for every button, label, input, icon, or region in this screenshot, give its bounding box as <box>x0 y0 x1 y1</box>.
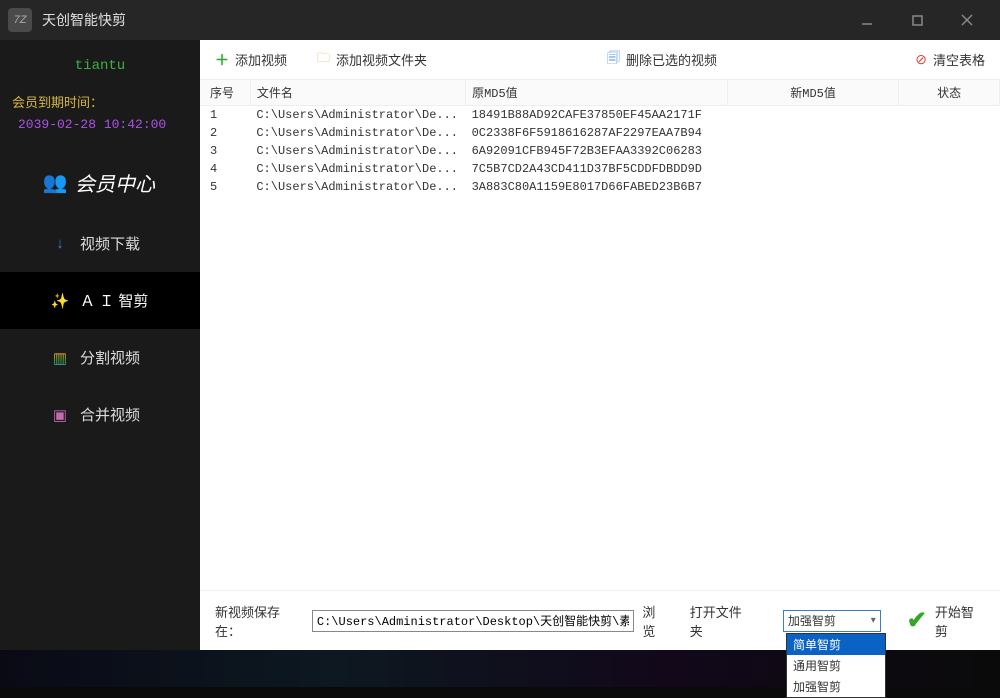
sidebar-item-split[interactable]: ▥ 分割视频 <box>0 329 200 386</box>
cell-index: 2 <box>200 124 250 142</box>
membership-expire-time: 2039-02-28 10:42:00 <box>0 111 200 150</box>
toolbar-label: 添加视频 <box>235 50 287 69</box>
mode-selected-value: 加强智剪 <box>788 612 836 629</box>
cell-filename: C:\Users\Administrator\De... <box>250 124 465 142</box>
cell-filename: C:\Users\Administrator\De... <box>250 106 465 125</box>
bottom-bar: 新视频保存在： 浏览 打开文件夹 加强智剪 ▾ ✔ 开始智剪 简单智剪通用智剪加… <box>200 590 1000 650</box>
video-table: 序号 文件名 原MD5值 新MD5值 状态 1C:\Users\Administ… <box>200 80 1000 590</box>
cell-new-md5 <box>727 106 898 125</box>
cell-orig-md5: 0C2338F6F5918616287AF2297EAA7B94 <box>466 124 728 142</box>
split-icon: ▥ <box>50 349 70 367</box>
table-row[interactable]: 5C:\Users\Administrator\De...3A883C80A11… <box>200 178 1000 196</box>
cell-status <box>899 142 1000 160</box>
table-row[interactable]: 4C:\Users\Administrator\De...7C5B7CD2A43… <box>200 160 1000 178</box>
sidebar-item-label: 分割视频 <box>80 347 140 368</box>
open-folder-button[interactable]: 打开文件夹 <box>690 602 754 640</box>
cell-index: 1 <box>200 106 250 125</box>
merge-icon: ▣ <box>50 406 70 424</box>
cell-status <box>899 106 1000 125</box>
browse-button[interactable]: 浏览 <box>642 602 667 640</box>
toolbar-label: 删除已选的视频 <box>626 50 717 69</box>
sidebar-item-label: 合并视频 <box>80 404 140 425</box>
ai-icon: ✨ <box>50 292 70 310</box>
th-orig-md5[interactable]: 原MD5值 <box>466 80 728 106</box>
sidebar-item-merge[interactable]: ▣ 合并视频 <box>0 386 200 443</box>
cell-index: 5 <box>200 178 250 196</box>
cell-filename: C:\Users\Administrator\De... <box>250 160 465 178</box>
window-controls <box>852 5 992 35</box>
toolbar-label: 清空表格 <box>933 50 985 69</box>
table-row[interactable]: 1C:\Users\Administrator\De...18491B88AD9… <box>200 106 1000 125</box>
dropdown-option[interactable]: 简单智剪 <box>787 634 885 655</box>
sidebar-username: tiantu <box>0 50 200 92</box>
sidebar-item-member-center[interactable]: 👥 会员中心 <box>0 150 200 215</box>
member-icon: 👥 <box>45 170 65 195</box>
start-clip-button[interactable]: ✔ 开始智剪 <box>907 602 985 640</box>
sidebar: tiantu 会员到期时间： 2039-02-28 10:42:00 👥 会员中… <box>0 40 200 650</box>
cell-filename: C:\Users\Administrator\De... <box>250 178 465 196</box>
sidebar-item-download[interactable]: ↓ 视频下载 <box>0 215 200 272</box>
cell-orig-md5: 6A92091CFB945F72B3EFAA3392C06283 <box>466 142 728 160</box>
add-folder-button[interactable]: 🗀 添加视频文件夹 <box>317 49 427 71</box>
cell-new-md5 <box>727 160 898 178</box>
th-filename[interactable]: 文件名 <box>250 80 465 106</box>
sidebar-item-ai-clip[interactable]: ✨ Ａ Ｉ 智剪 <box>0 272 200 329</box>
sidebar-item-label: Ａ Ｉ 智剪 <box>80 290 148 311</box>
cell-status <box>899 178 1000 196</box>
title-bar: 7Z 天创智能快剪 <box>0 0 1000 40</box>
folder-icon: 🗀 <box>317 49 330 71</box>
delete-icon: ⊘ <box>915 51 927 68</box>
app-logo-icon: 7Z <box>8 8 32 32</box>
clip-mode-dropdown: 简单智剪通用智剪加强智剪 <box>786 633 886 698</box>
cell-filename: C:\Users\Administrator\De... <box>250 142 465 160</box>
window-title: 天创智能快剪 <box>42 10 852 30</box>
cell-orig-md5: 3A883C80A1159E8017D66FABED23B6B7 <box>466 178 728 196</box>
clip-mode-select[interactable]: 加强智剪 ▾ <box>783 610 881 632</box>
toolbar: ＋ 添加视频 🗀 添加视频文件夹 🗐 删除已选的视频 ⊘ 清空表格 <box>200 40 1000 80</box>
add-video-button[interactable]: ＋ 添加视频 <box>215 50 287 70</box>
cell-new-md5 <box>727 178 898 196</box>
toolbar-label: 添加视频文件夹 <box>336 50 427 69</box>
membership-expire-label: 会员到期时间： <box>0 92 200 111</box>
dropdown-option[interactable]: 通用智剪 <box>787 655 885 676</box>
th-new-md5[interactable]: 新MD5值 <box>727 80 898 106</box>
table-row[interactable]: 2C:\Users\Administrator\De...0C2338F6F59… <box>200 124 1000 142</box>
cell-status <box>899 124 1000 142</box>
table-header-row: 序号 文件名 原MD5值 新MD5值 状态 <box>200 80 1000 106</box>
cell-orig-md5: 18491B88AD92CAFE37850EF45AA2171F <box>466 106 728 125</box>
sidebar-item-label: 会员中心 <box>75 168 155 197</box>
start-label: 开始智剪 <box>935 602 985 640</box>
save-path-label: 新视频保存在： <box>215 602 304 640</box>
cell-status <box>899 160 1000 178</box>
cell-new-md5 <box>727 124 898 142</box>
chevron-down-icon: ▾ <box>871 615 876 626</box>
cell-index: 4 <box>200 160 250 178</box>
plus-icon: ＋ <box>215 50 229 70</box>
close-button[interactable] <box>952 5 982 35</box>
th-status[interactable]: 状态 <box>899 80 1000 106</box>
content-pane: ＋ 添加视频 🗀 添加视频文件夹 🗐 删除已选的视频 ⊘ 清空表格 <box>200 40 1000 650</box>
th-index[interactable]: 序号 <box>200 80 250 106</box>
check-icon: ✔ <box>907 606 927 635</box>
download-icon: ↓ <box>50 235 70 252</box>
cell-index: 3 <box>200 142 250 160</box>
cell-orig-md5: 7C5B7CD2A43CD411D37BF5CDDFDBDD9D <box>466 160 728 178</box>
clear-table-button[interactable]: ⊘ 清空表格 <box>915 50 985 69</box>
minimize-button[interactable] <box>852 5 882 35</box>
table-row[interactable]: 3C:\Users\Administrator\De...6A92091CFB9… <box>200 142 1000 160</box>
sidebar-item-label: 视频下载 <box>80 233 140 254</box>
save-path-input[interactable] <box>312 610 635 632</box>
pages-icon: 🗐 <box>607 49 620 71</box>
cell-new-md5 <box>727 142 898 160</box>
delete-selected-button[interactable]: 🗐 删除已选的视频 <box>607 49 717 71</box>
maximize-button[interactable] <box>902 5 932 35</box>
